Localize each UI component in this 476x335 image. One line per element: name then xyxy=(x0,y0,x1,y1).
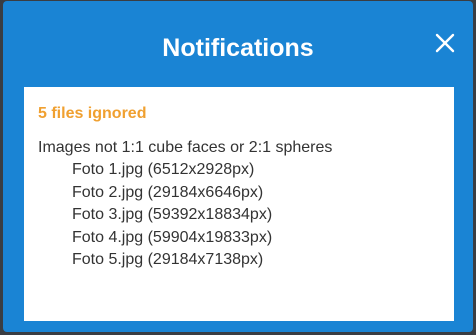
list-item: Foto 1.jpg (6512x2928px) xyxy=(72,161,255,178)
ignored-reason-message: Images not 1:1 cube faces or 2:1 spheres xyxy=(38,139,333,156)
ignored-files-heading: 5 files ignored xyxy=(38,105,147,122)
close-button[interactable] xyxy=(431,29,459,57)
close-icon xyxy=(435,33,455,53)
list-item: Foto 2.jpg (29184x6646px) xyxy=(72,183,264,201)
list-item: Foto 4.jpg (59904x19833px) xyxy=(72,228,273,246)
list-item: Foto 5.jpg (29184x7138px) xyxy=(72,251,264,268)
notification-panel: 5 files ignored Images not 1:1 cube face… xyxy=(24,87,454,321)
dialog-title: Notifications xyxy=(162,34,314,62)
notifications-dialog: Notifications 5 files ignored Images not… xyxy=(3,1,473,332)
ignored-file-list: Foto 1.jpg (6512x2928px) Foto 2.jpg (291… xyxy=(38,159,440,272)
list-item: Foto 3.jpg (59392x18834px) xyxy=(72,206,273,223)
